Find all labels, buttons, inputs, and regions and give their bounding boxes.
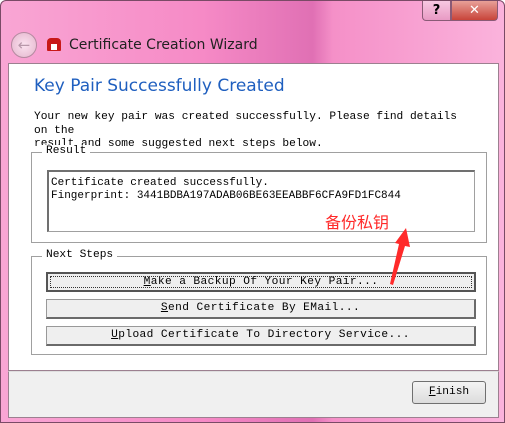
annotation-arrow-icon [390,228,410,285]
